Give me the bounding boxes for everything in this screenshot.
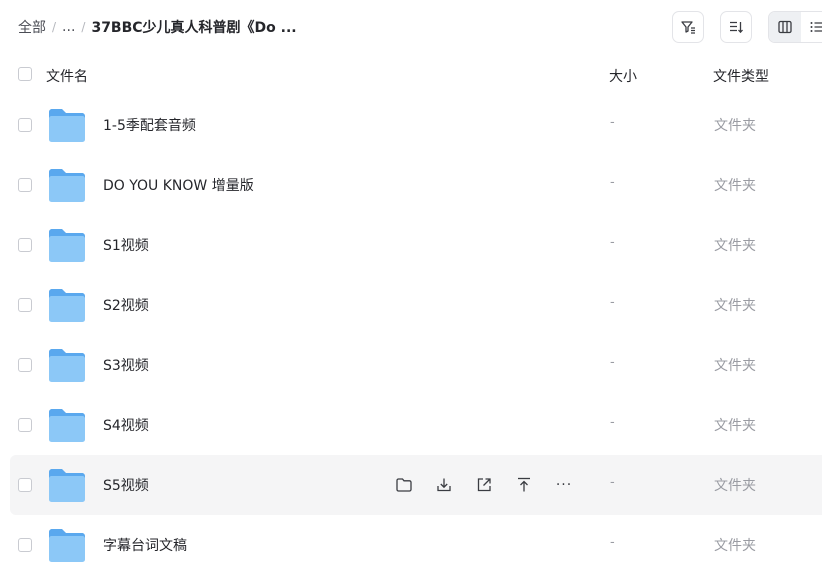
table-row[interactable]: S4视频 - 文件夹 [0, 395, 822, 455]
download-button[interactable] [432, 473, 456, 497]
file-size: - [610, 235, 615, 250]
row-checkbox[interactable] [18, 298, 32, 312]
breadcrumb-separator: / [52, 20, 57, 34]
row-checkbox[interactable] [18, 118, 32, 132]
file-name[interactable]: DO YOU KNOW 增量版 [103, 175, 254, 195]
columns-icon [778, 20, 792, 34]
sort-button[interactable] [720, 11, 752, 43]
filter-icon [681, 21, 695, 34]
folder-icon [49, 169, 85, 202]
column-header-name[interactable]: 文件名 [46, 66, 88, 86]
file-name[interactable]: S2视频 [103, 295, 149, 315]
folder-icon [49, 289, 85, 322]
breadcrumb-root[interactable]: 全部 [18, 17, 46, 37]
folder-outline-icon [396, 478, 412, 492]
file-type: 文件夹 [714, 298, 756, 314]
file-type: 文件夹 [714, 118, 756, 134]
file-list: 1-5季配套音频 - 文件夹 DO YOU KNOW 增量版 - 文件夹 S1视… [0, 95, 822, 575]
pin-top-button[interactable] [512, 473, 536, 497]
table-row[interactable]: 字幕台词文稿 - 文件夹 [0, 515, 822, 575]
column-header-size[interactable]: 大小 [609, 66, 637, 86]
row-checkbox[interactable] [18, 478, 32, 492]
row-checkbox[interactable] [18, 238, 32, 252]
open-folder-button[interactable] [392, 473, 416, 497]
folder-icon [49, 409, 85, 442]
arrow-up-icon [518, 477, 530, 492]
file-size: - [610, 475, 615, 490]
row-checkbox[interactable] [18, 538, 32, 552]
file-size: - [610, 535, 615, 550]
file-name[interactable]: S3视频 [103, 355, 149, 375]
toolbar: 全部 / ... / 37BBC少儿真人科普剧《Do ... [0, 0, 822, 54]
table-row[interactable]: S2视频 - 文件夹 [0, 275, 822, 335]
row-checkbox[interactable] [18, 178, 32, 192]
table-row[interactable]: S3视频 - 文件夹 [0, 335, 822, 395]
list-view-button[interactable] [801, 12, 822, 42]
file-size: - [610, 115, 615, 130]
download-icon [437, 478, 451, 492]
folder-icon [49, 469, 85, 502]
grid-view-button[interactable] [769, 12, 801, 42]
file-size: - [610, 355, 615, 370]
list-icon [810, 22, 822, 32]
share-icon [477, 478, 491, 492]
filter-button[interactable] [672, 11, 704, 43]
table-row[interactable]: S1视频 - 文件夹 [0, 215, 822, 275]
table-row[interactable]: 1-5季配套音频 - 文件夹 [0, 95, 822, 155]
file-size: - [610, 295, 615, 310]
more-icon: ··· [555, 477, 573, 493]
folder-icon [49, 109, 85, 142]
file-type: 文件夹 [714, 418, 756, 434]
breadcrumb: 全部 / ... / 37BBC少儿真人科普剧《Do ... [18, 17, 297, 37]
breadcrumb-separator: / [81, 20, 86, 34]
file-type: 文件夹 [714, 358, 756, 374]
view-toggle [768, 11, 822, 43]
row-checkbox[interactable] [18, 418, 32, 432]
table-header: 文件名 大小 文件类型 [0, 60, 822, 90]
file-name[interactable]: 1-5季配套音频 [103, 115, 196, 135]
file-size: - [610, 415, 615, 430]
row-checkbox[interactable] [18, 358, 32, 372]
file-size: - [610, 175, 615, 190]
sort-icon [730, 21, 743, 34]
file-name[interactable]: 字幕台词文稿 [103, 535, 187, 555]
table-row[interactable]: DO YOU KNOW 增量版 - 文件夹 [0, 155, 822, 215]
column-header-type[interactable]: 文件类型 [713, 66, 769, 86]
more-button[interactable]: ··· [552, 473, 576, 497]
breadcrumb-current: 37BBC少儿真人科普剧《Do ... [91, 20, 297, 36]
share-button[interactable] [472, 473, 496, 497]
breadcrumb-ellipsis[interactable]: ... [62, 19, 75, 35]
file-name[interactable]: S5视频 [103, 475, 149, 495]
file-type: 文件夹 [714, 238, 756, 254]
file-name[interactable]: S1视频 [103, 235, 149, 255]
file-type: 文件夹 [714, 538, 756, 554]
table-row[interactable]: S5视频 - 文件夹 ··· [10, 455, 822, 515]
folder-icon [49, 229, 85, 262]
folder-icon [49, 349, 85, 382]
file-type: 文件夹 [714, 478, 756, 494]
file-type: 文件夹 [714, 178, 756, 194]
select-all-checkbox[interactable] [18, 67, 32, 81]
file-name[interactable]: S4视频 [103, 415, 149, 435]
folder-icon [49, 529, 85, 562]
row-actions: ··· [392, 473, 576, 497]
